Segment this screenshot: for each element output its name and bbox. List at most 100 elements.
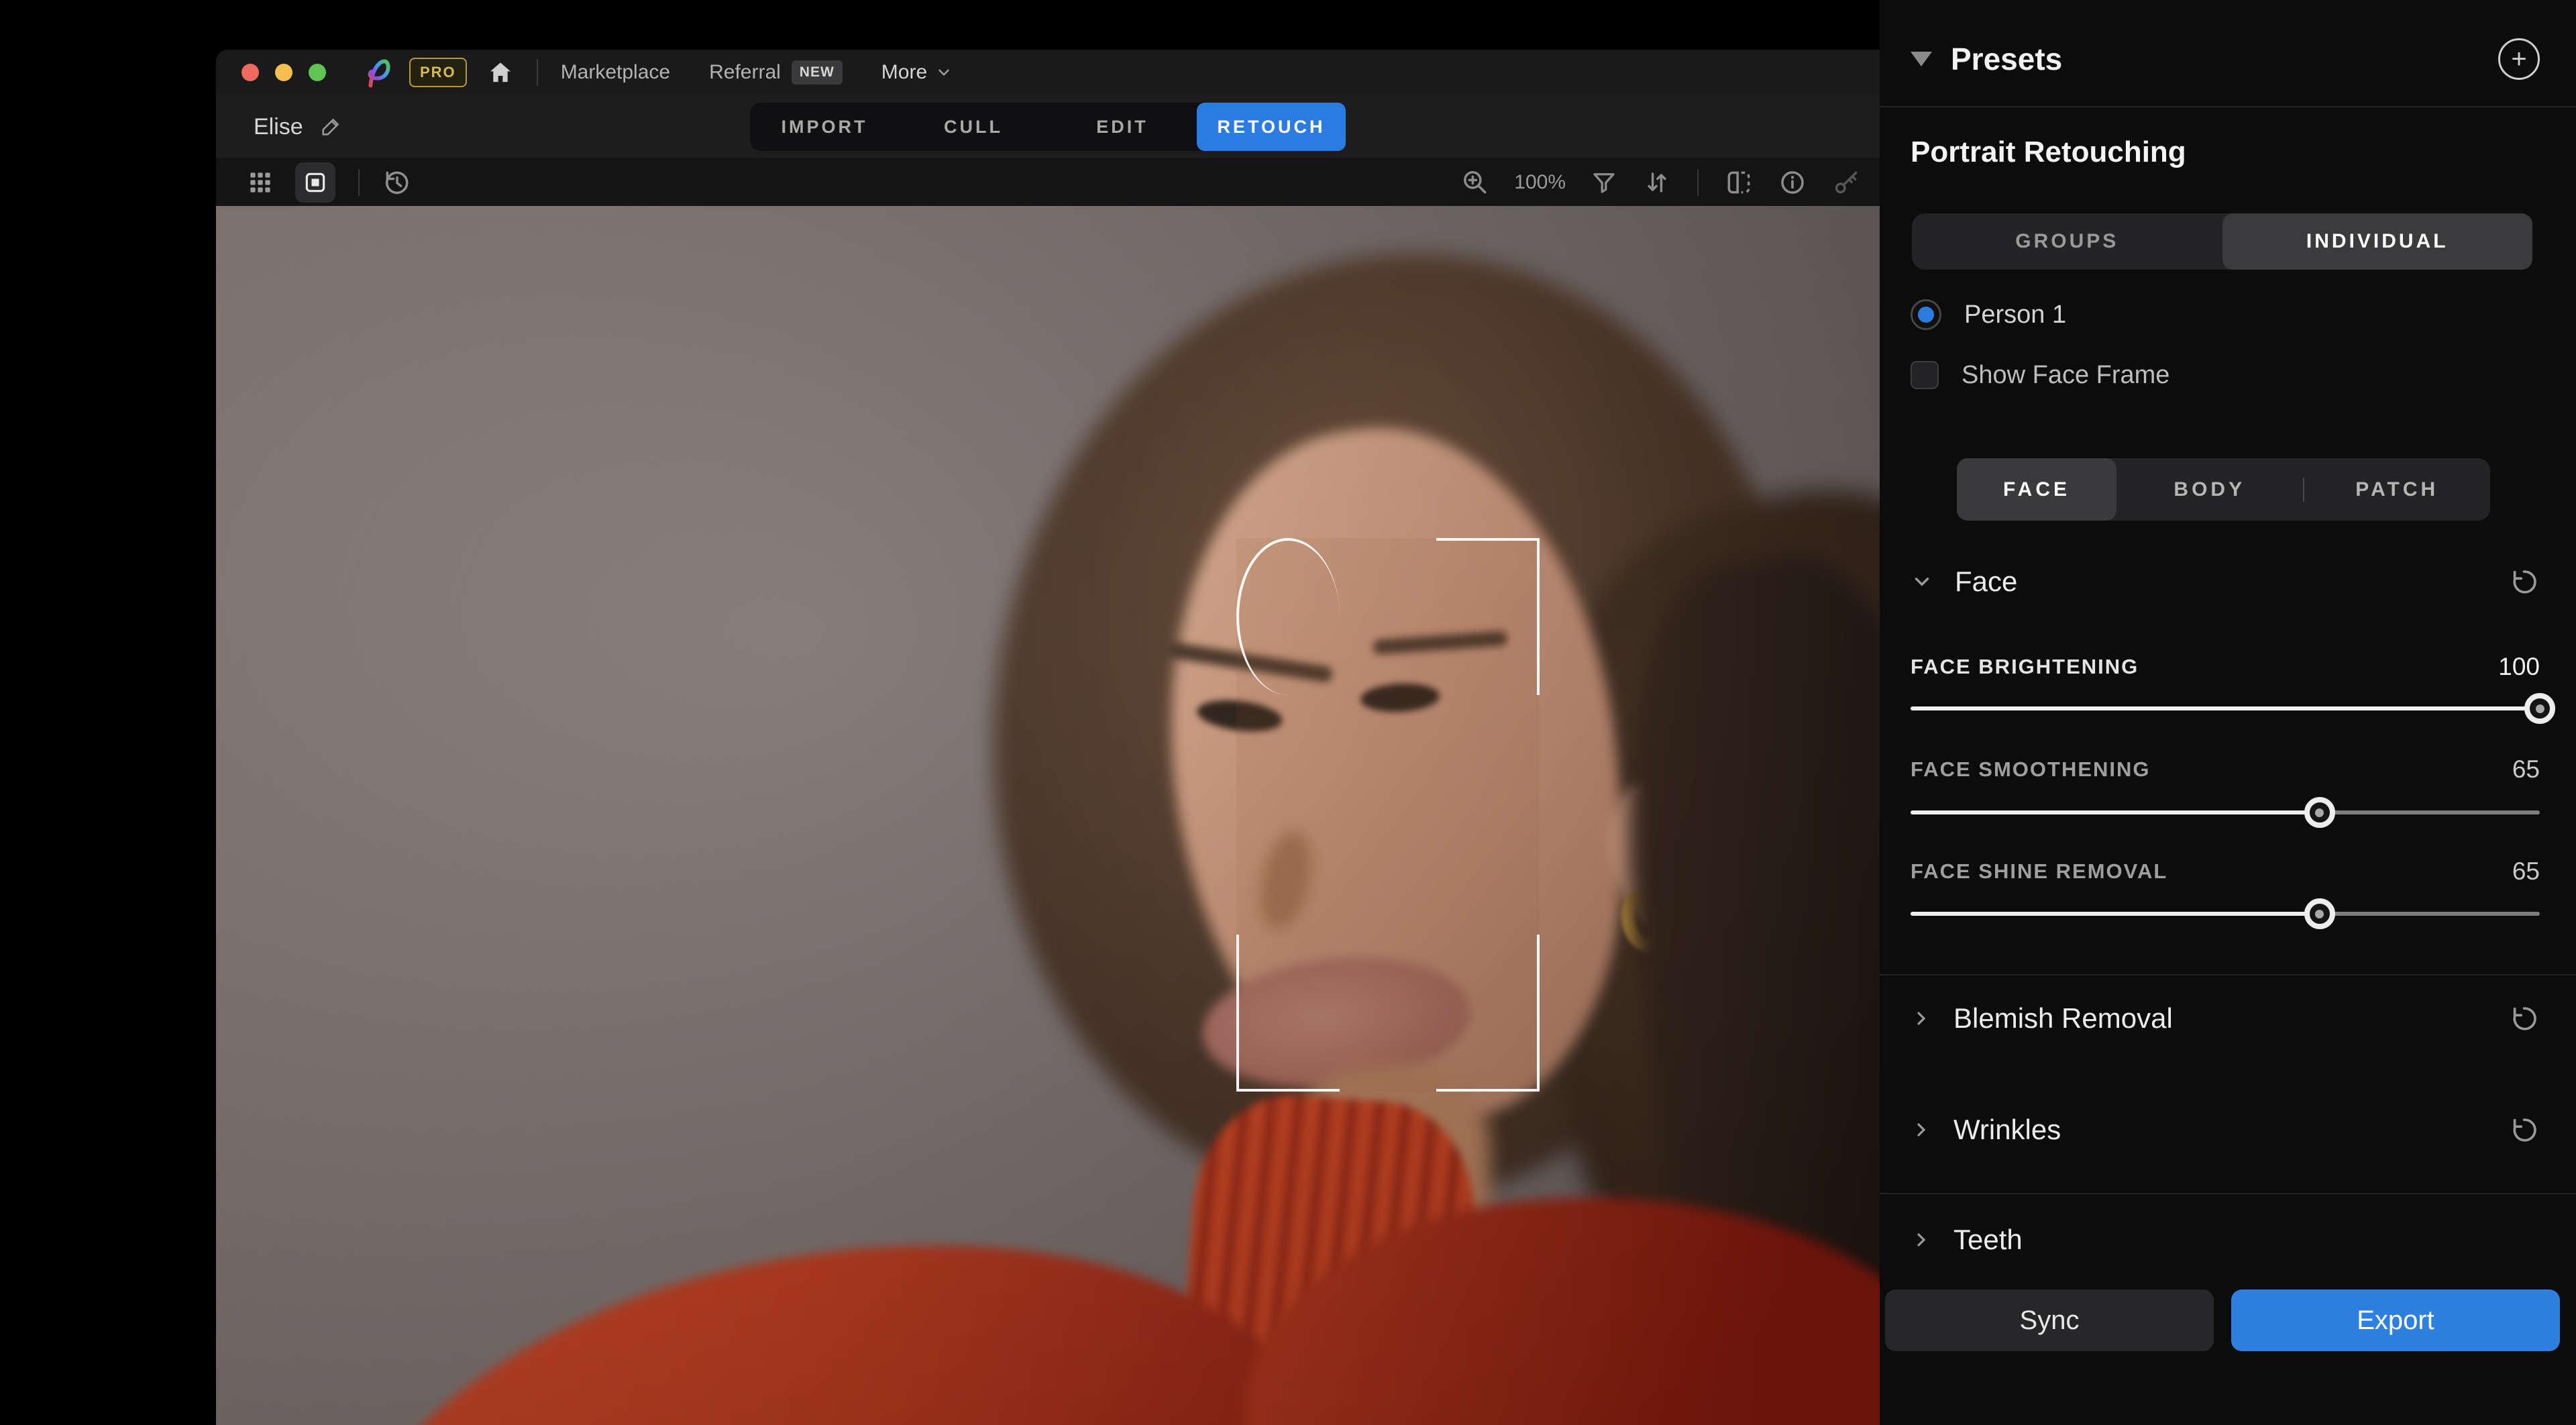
collapse-triangle-icon	[1911, 52, 1932, 66]
face-shine-removal-slider[interactable]	[1911, 912, 2540, 916]
reset-icon[interactable]	[2509, 1003, 2540, 1034]
stage-tabs: IMPORT CULL EDIT RETOUCH	[750, 103, 1346, 151]
slider-fill	[1911, 706, 2540, 710]
panel-divider	[1880, 1193, 2576, 1194]
person-radio-row[interactable]: Person 1	[1911, 294, 2540, 335]
tab-cull[interactable]: CULL	[899, 103, 1048, 151]
nav-marketplace[interactable]: Marketplace	[561, 61, 670, 84]
face-smoothening-slider[interactable]	[1911, 810, 2540, 814]
slider-face-smoothening: FACE SMOOTHENING 65	[1911, 752, 2540, 787]
show-face-frame-row[interactable]: Show Face Frame	[1911, 354, 2540, 396]
face-frame-corner-bottom-left	[1236, 935, 1340, 1092]
zoom-level[interactable]: 100%	[1514, 171, 1566, 194]
app-window: PRO Marketplace Referral NEW More	[216, 50, 1880, 1425]
panel-divider	[1880, 106, 2576, 107]
chevron-right-icon	[1911, 1119, 1932, 1141]
slider-fill	[1911, 912, 2320, 916]
slider-thumb[interactable]	[2524, 693, 2555, 724]
history-icon[interactable]	[382, 168, 412, 197]
checkbox-unchecked-icon[interactable]	[1911, 361, 1939, 389]
section-title: Wrinkles	[1953, 1114, 2487, 1146]
tab-retouch[interactable]: RETOUCH	[1197, 103, 1346, 151]
tab-edit[interactable]: EDIT	[1048, 103, 1197, 151]
area-tabs: FACE BODY PATCH	[1957, 458, 2490, 521]
mode-tabs: GROUPS INDIVIDUAL	[1912, 213, 2532, 270]
grid-view-icon[interactable]	[246, 168, 275, 197]
toolbar-divider-2	[1697, 169, 1699, 196]
tab-body[interactable]: BODY	[2116, 458, 2303, 521]
tab-groups[interactable]: GROUPS	[1912, 213, 2222, 270]
face-section-title: Face	[1955, 566, 2487, 598]
face-frame-corner-bottom-right	[1436, 935, 1540, 1092]
top-nav: Marketplace Referral NEW More	[561, 60, 953, 85]
app-root: PRO Marketplace Referral NEW More	[0, 0, 2576, 1425]
toolbar-divider	[358, 169, 360, 196]
person-label: Person 1	[1964, 301, 2066, 329]
sync-button[interactable]: Sync	[1885, 1289, 2214, 1351]
canvas-toolbar: 100%	[216, 159, 1880, 207]
panel-divider	[1880, 974, 2576, 975]
add-preset-button[interactable]: +	[2498, 38, 2540, 80]
tab-face[interactable]: FACE	[1957, 458, 2116, 521]
info-icon[interactable]	[1778, 168, 1807, 197]
chevron-right-icon	[1911, 1008, 1932, 1029]
presets-title: Presets	[1951, 41, 2479, 77]
face-frame-corner-top-left	[1236, 538, 1340, 695]
show-face-frame-label: Show Face Frame	[1962, 361, 2169, 390]
presets-header[interactable]: Presets +	[1911, 32, 2540, 86]
zoom-window-button[interactable]	[309, 64, 326, 81]
tab-individual[interactable]: INDIVIDUAL	[2222, 213, 2533, 270]
blemish-removal-section[interactable]: Blemish Removal	[1911, 993, 2540, 1044]
reset-icon[interactable]	[2509, 566, 2540, 597]
minimize-window-button[interactable]	[275, 64, 292, 81]
toolbar-left-group	[246, 162, 412, 203]
slider-thumb[interactable]	[2304, 797, 2335, 828]
nav-more[interactable]: More	[881, 61, 953, 84]
slider-label: FACE BRIGHTENING	[1911, 655, 2498, 679]
tab-patch[interactable]: PATCH	[2304, 458, 2491, 521]
tab-import[interactable]: IMPORT	[750, 103, 899, 151]
slider-value: 100	[2498, 653, 2540, 681]
radio-selected-icon[interactable]	[1911, 299, 1941, 330]
reset-icon[interactable]	[2509, 1114, 2540, 1145]
chevron-right-icon	[1911, 1229, 1932, 1251]
before-after-icon[interactable]	[1724, 168, 1754, 197]
home-icon[interactable]	[487, 59, 514, 86]
new-badge: NEW	[792, 60, 843, 85]
toolbar-right-group: 100%	[1460, 168, 1861, 197]
app-logo-icon	[364, 55, 398, 90]
titlebar: PRO Marketplace Referral NEW More	[216, 50, 1880, 96]
filter-icon[interactable]	[1590, 168, 1618, 197]
sort-icon[interactable]	[1642, 168, 1672, 197]
edit-pencil-icon[interactable]	[319, 115, 342, 138]
section-title: Blemish Removal	[1953, 1002, 2487, 1035]
retouch-panel: Presets + Portrait Retouching GROUPS IND…	[1880, 0, 2576, 1425]
export-button[interactable]: Export	[2231, 1289, 2560, 1351]
chevron-down-icon	[935, 64, 953, 81]
pro-badge: PRO	[409, 58, 467, 87]
slider-label: FACE SHINE REMOVAL	[1911, 859, 2512, 884]
slider-face-shine-removal: FACE SHINE REMOVAL 65	[1911, 854, 2540, 889]
project-row: Elise IMPORT CULL EDIT RETOUCH	[216, 95, 1880, 159]
zoom-icon[interactable]	[1460, 168, 1490, 197]
chevron-down-icon	[1911, 570, 1933, 593]
face-frame-overlay[interactable]	[1236, 538, 1540, 1092]
section-title: Teeth	[1953, 1224, 2540, 1256]
single-view-button[interactable]	[295, 162, 335, 203]
single-view-icon	[303, 170, 328, 195]
teeth-section[interactable]: Teeth	[1911, 1214, 2540, 1265]
photo-canvas[interactable]	[216, 206, 1880, 1425]
wrinkles-section[interactable]: Wrinkles	[1911, 1104, 2540, 1155]
close-window-button[interactable]	[241, 64, 259, 81]
key-icon[interactable]	[1831, 168, 1861, 197]
panel-actions: Sync Export	[1885, 1289, 2560, 1351]
project-name: Elise	[254, 114, 303, 140]
titlebar-divider	[537, 59, 538, 86]
photo-vignette	[216, 206, 1880, 1425]
slider-thumb[interactable]	[2304, 898, 2335, 929]
nav-referral[interactable]: Referral NEW	[709, 60, 843, 85]
project-name-group: Elise	[254, 95, 342, 158]
face-section-header[interactable]: Face	[1911, 558, 2540, 605]
face-brightening-slider[interactable]	[1911, 706, 2540, 710]
slider-value: 65	[2512, 755, 2540, 784]
